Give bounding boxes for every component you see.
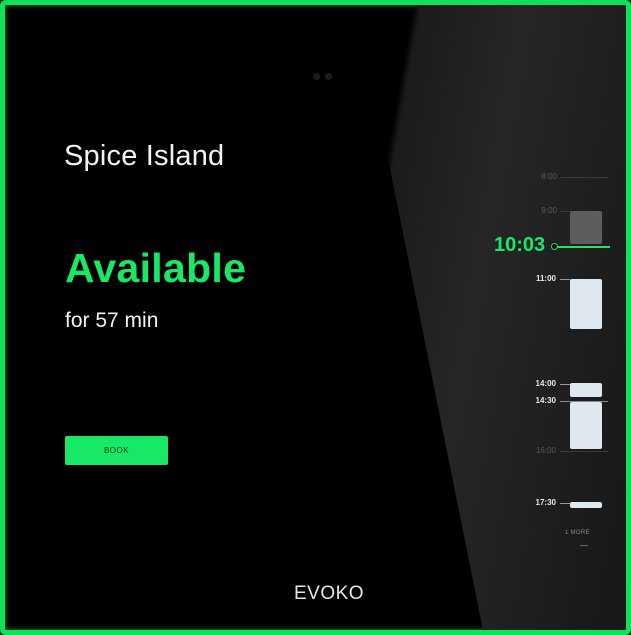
- timeline-tick-1100: [560, 279, 570, 280]
- timeline-tick-1600: [560, 451, 608, 452]
- availability-status: Available: [65, 245, 247, 291]
- room-name: Spice Island: [64, 140, 225, 172]
- current-time-marker-icon: [551, 243, 558, 250]
- more-bookings-link[interactable]: 1 MORE: [565, 530, 590, 536]
- brand-logo: EVOKO: [294, 583, 365, 604]
- current-time-line: [555, 246, 610, 248]
- timeline-label-1600: 16:00: [535, 446, 556, 455]
- timeline-label-1100: 11:00: [535, 274, 556, 283]
- room-display-panel: Spice Island Available for 57 min BOOK E…: [0, 0, 631, 635]
- timeline-label-1430: 14:30: [535, 396, 556, 405]
- booking-block-1100[interactable]: [570, 279, 602, 329]
- timeline-tick-1400: [560, 384, 570, 385]
- booking-block-1430[interactable]: [570, 402, 602, 449]
- timeline-tick-0900: [560, 211, 570, 212]
- timeline-tick-1730: [560, 503, 570, 504]
- timeline-tick-0800: [560, 177, 608, 178]
- timeline-label-1400: 14:00: [535, 379, 556, 388]
- timeline-label-0900: 9:00: [541, 206, 557, 215]
- booking-block-1730[interactable]: [570, 502, 602, 508]
- chevron-down-icon: [580, 542, 588, 546]
- booking-block-1400[interactable]: [570, 383, 602, 397]
- current-time: 10:03: [494, 234, 546, 256]
- book-button[interactable]: BOOK: [65, 436, 168, 465]
- booking-block-past[interactable]: [570, 211, 602, 244]
- camera-sensor-icon: [313, 67, 343, 80]
- availability-duration: for 57 min: [65, 309, 159, 332]
- timeline-label-0800: 8:00: [541, 172, 557, 181]
- timeline-label-1730: 17:30: [535, 498, 556, 507]
